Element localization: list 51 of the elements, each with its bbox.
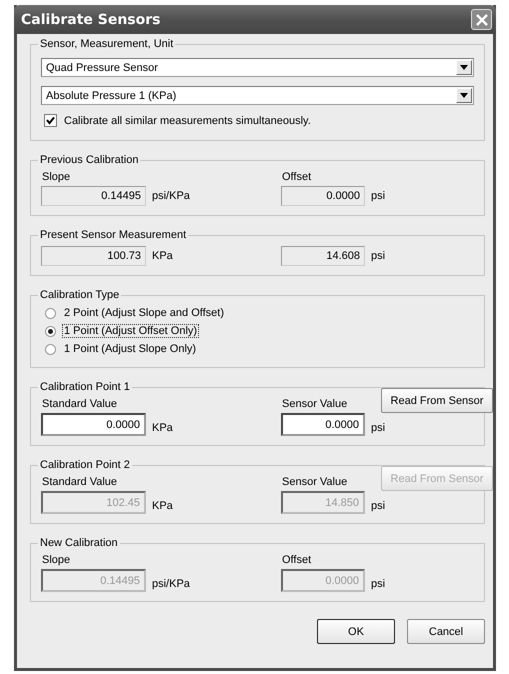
- radio-label: 1 Point (Adjust Offset Only): [62, 324, 200, 338]
- radio-button[interactable]: [45, 344, 56, 354]
- field-label: Offset: [281, 171, 312, 183]
- unit-label: psi: [371, 190, 386, 202]
- field-label: Offset: [281, 554, 312, 566]
- field-label: Standard Value: [41, 398, 118, 410]
- field-label: Sensor Value: [281, 398, 348, 410]
- group-title: Previous Calibration: [39, 154, 140, 166]
- unit-label: KPa: [152, 250, 173, 262]
- unit-label: KPa: [152, 420, 173, 434]
- group-title: Present Sensor Measurement: [39, 229, 188, 241]
- value-field[interactable]: 0.14495: [41, 186, 146, 206]
- unit-label: psi: [371, 420, 386, 434]
- unit-label: KPa: [152, 498, 173, 512]
- value-field[interactable]: 14.608: [281, 246, 365, 266]
- caret-icon: [460, 65, 468, 70]
- caret-icon: [460, 93, 468, 98]
- unit-label: psi: [371, 576, 386, 590]
- checkbox-label: Calibrate all similar measurements simultaneously.: [64, 114, 311, 126]
- dialog-button[interactable]: Cancel: [407, 619, 485, 644]
- group-title: Calibration Type: [39, 289, 120, 301]
- field-label: Sensor Value: [281, 476, 348, 488]
- dialog-button[interactable]: OK: [317, 619, 395, 644]
- unit-label: psi: [371, 498, 386, 512]
- group-title: New Calibration: [39, 537, 119, 549]
- value-field[interactable]: 0.0000: [281, 413, 365, 436]
- value-field[interactable]: 0.0000: [41, 413, 146, 436]
- read-button[interactable]: Read From Sensor: [381, 388, 493, 413]
- field-label: Slope: [41, 554, 72, 566]
- close-icon: [474, 12, 488, 26]
- radio-label: 1 Point (Adjust Slope Only): [63, 342, 198, 356]
- radio-label: 2 Point (Adjust Slope and Offset): [63, 306, 225, 320]
- radio-button[interactable]: [45, 326, 56, 336]
- group-title: Calibration Point 2: [39, 459, 131, 471]
- radio-button[interactable]: [45, 308, 56, 318]
- dropdown[interactable]: Absolute Pressure 1 (KPa): [41, 86, 474, 105]
- unit-label: psi/KPa: [152, 190, 190, 202]
- value-field[interactable]: 0.0000: [281, 186, 365, 206]
- dropdown[interactable]: Quad Pressure Sensor: [41, 58, 474, 77]
- value-field[interactable]: 100.73: [41, 246, 146, 266]
- field-label: Slope: [41, 171, 72, 183]
- close-button[interactable]: [471, 9, 492, 30]
- group-title: Sensor, Measurement, Unit: [39, 38, 174, 50]
- unit-label: psi: [371, 250, 386, 262]
- field-label: Standard Value: [41, 476, 118, 488]
- group-title: Calibration Point 1: [39, 381, 131, 393]
- dropdown-button[interactable]: [456, 88, 472, 103]
- window-title: Calibrate Sensors: [21, 12, 160, 28]
- dropdown-button[interactable]: [456, 60, 472, 75]
- unit-label: psi/KPa: [152, 576, 190, 590]
- checkbox[interactable]: [44, 114, 57, 127]
